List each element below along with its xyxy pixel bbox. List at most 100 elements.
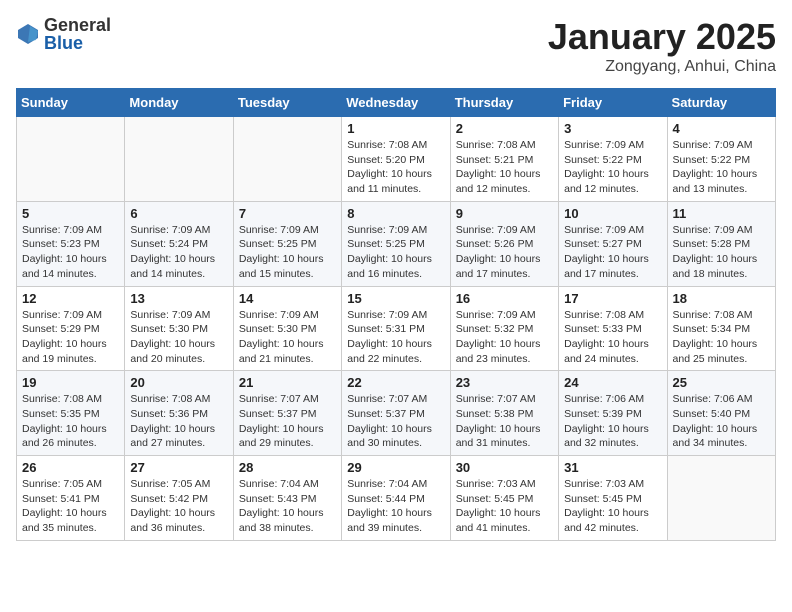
- calendar-cell: 12 Sunrise: 7:09 AMSunset: 5:29 PMDayligh…: [17, 286, 125, 371]
- day-number: 1: [347, 121, 444, 136]
- logo-blue: Blue: [44, 34, 111, 52]
- day-info: Sunrise: 7:09 AMSunset: 5:26 PMDaylight:…: [456, 223, 553, 282]
- day-number: 23: [456, 375, 553, 390]
- weekday-header: Tuesday: [233, 89, 341, 117]
- calendar-cell: 8Sunrise: 7:09 AMSunset: 5:25 PMDaylight…: [342, 201, 450, 286]
- month-title: January 2025: [548, 16, 776, 58]
- calendar-cell: 21 Sunrise: 7:07 AMSunset: 5:37 PMDayligh…: [233, 371, 341, 456]
- calendar-cell: 30 Sunrise: 7:03 AMSunset: 5:45 PMDayligh…: [450, 456, 558, 541]
- day-info: Sunrise: 7:09 AMSunset: 5:32 PMDaylight:…: [456, 308, 553, 367]
- calendar-cell: 26Sunrise: 7:05 AMSunset: 5:41 PMDayligh…: [17, 456, 125, 541]
- day-info: Sunrise: 7:08 AMSunset: 5:33 PMDaylight:…: [564, 308, 661, 367]
- calendar-cell: 24Sunrise: 7:06 AMSunset: 5:39 PMDayligh…: [559, 371, 667, 456]
- weekday-header: Saturday: [667, 89, 775, 117]
- day-info: Sunrise: 7:05 AMSunset: 5:42 PMDaylight:…: [130, 477, 227, 536]
- day-info: Sunrise: 7:09 AMSunset: 5:29 PMDaylight:…: [22, 308, 119, 367]
- calendar-cell: 16 Sunrise: 7:09 AMSunset: 5:32 PMDayligh…: [450, 286, 558, 371]
- calendar-week-row: 12 Sunrise: 7:09 AMSunset: 5:29 PMDayligh…: [17, 286, 776, 371]
- day-number: 29: [347, 460, 444, 475]
- calendar-cell: 14 Sunrise: 7:09 AMSunset: 5:30 PMDayligh…: [233, 286, 341, 371]
- weekday-header: Wednesday: [342, 89, 450, 117]
- location: Zongyang, Anhui, China: [548, 58, 776, 76]
- day-info: Sunrise: 7:07 AMSunset: 5:37 PMDaylight:…: [239, 392, 336, 451]
- day-number: 19: [22, 375, 119, 390]
- day-number: 4: [673, 121, 770, 136]
- title-block: January 2025 Zongyang, Anhui, China: [548, 16, 776, 76]
- day-info: Sunrise: 7:08 AMSunset: 5:21 PMDaylight:…: [456, 138, 553, 197]
- day-number: 14: [239, 291, 336, 306]
- calendar-cell: 23Sunrise: 7:07 AMSunset: 5:38 PMDayligh…: [450, 371, 558, 456]
- day-info: Sunrise: 7:09 AMSunset: 5:22 PMDaylight:…: [673, 138, 770, 197]
- day-number: 10: [564, 206, 661, 221]
- day-number: 2: [456, 121, 553, 136]
- day-info: Sunrise: 7:06 AMSunset: 5:40 PMDaylight:…: [673, 392, 770, 451]
- calendar-cell: 22 Sunrise: 7:07 AMSunset: 5:37 PMDayligh…: [342, 371, 450, 456]
- day-info: Sunrise: 7:08 AMSunset: 5:20 PMDaylight:…: [347, 138, 444, 197]
- calendar-week-row: 1 Sunrise: 7:08 AMSunset: 5:20 PMDaylight…: [17, 117, 776, 202]
- day-number: 21: [239, 375, 336, 390]
- weekday-header-row: SundayMondayTuesdayWednesdayThursdayFrid…: [17, 89, 776, 117]
- calendar-cell: 3 Sunrise: 7:09 AMSunset: 5:22 PMDaylight…: [559, 117, 667, 202]
- day-number: 3: [564, 121, 661, 136]
- calendar-cell: [17, 117, 125, 202]
- day-number: 30: [456, 460, 553, 475]
- day-number: 8: [347, 206, 444, 221]
- calendar-week-row: 26Sunrise: 7:05 AMSunset: 5:41 PMDayligh…: [17, 456, 776, 541]
- day-info: Sunrise: 7:03 AMSunset: 5:45 PMDaylight:…: [564, 477, 661, 536]
- day-info: Sunrise: 7:09 AMSunset: 5:30 PMDaylight:…: [130, 308, 227, 367]
- day-number: 12: [22, 291, 119, 306]
- calendar-cell: 27 Sunrise: 7:05 AMSunset: 5:42 PMDayligh…: [125, 456, 233, 541]
- day-info: Sunrise: 7:09 AMSunset: 5:27 PMDaylight:…: [564, 223, 661, 282]
- day-number: 9: [456, 206, 553, 221]
- calendar-cell: 18Sunrise: 7:08 AMSunset: 5:34 PMDayligh…: [667, 286, 775, 371]
- logo-icon: [16, 22, 40, 46]
- calendar-cell: 28 Sunrise: 7:04 AMSunset: 5:43 PMDayligh…: [233, 456, 341, 541]
- calendar-cell: 9 Sunrise: 7:09 AMSunset: 5:26 PMDaylight…: [450, 201, 558, 286]
- day-info: Sunrise: 7:09 AMSunset: 5:30 PMDaylight:…: [239, 308, 336, 367]
- calendar-cell: 20 Sunrise: 7:08 AMSunset: 5:36 PMDayligh…: [125, 371, 233, 456]
- day-number: 16: [456, 291, 553, 306]
- day-info: Sunrise: 7:04 AMSunset: 5:44 PMDaylight:…: [347, 477, 444, 536]
- day-info: Sunrise: 7:07 AMSunset: 5:37 PMDaylight:…: [347, 392, 444, 451]
- calendar-cell: 4 Sunrise: 7:09 AMSunset: 5:22 PMDaylight…: [667, 117, 775, 202]
- day-number: 28: [239, 460, 336, 475]
- day-info: Sunrise: 7:09 AMSunset: 5:22 PMDaylight:…: [564, 138, 661, 197]
- day-number: 20: [130, 375, 227, 390]
- weekday-header: Monday: [125, 89, 233, 117]
- day-number: 5: [22, 206, 119, 221]
- day-info: Sunrise: 7:09 AMSunset: 5:25 PMDaylight:…: [239, 223, 336, 282]
- day-number: 11: [673, 206, 770, 221]
- day-number: 18: [673, 291, 770, 306]
- calendar-cell: 17 Sunrise: 7:08 AMSunset: 5:33 PMDayligh…: [559, 286, 667, 371]
- calendar: SundayMondayTuesdayWednesdayThursdayFrid…: [16, 88, 776, 541]
- logo-general: General: [44, 16, 111, 34]
- day-info: Sunrise: 7:04 AMSunset: 5:43 PMDaylight:…: [239, 477, 336, 536]
- calendar-cell: 15Sunrise: 7:09 AMSunset: 5:31 PMDayligh…: [342, 286, 450, 371]
- calendar-cell: [233, 117, 341, 202]
- day-number: 27: [130, 460, 227, 475]
- calendar-week-row: 19 Sunrise: 7:08 AMSunset: 5:35 PMDayligh…: [17, 371, 776, 456]
- calendar-cell: 19 Sunrise: 7:08 AMSunset: 5:35 PMDayligh…: [17, 371, 125, 456]
- calendar-cell: 5 Sunrise: 7:09 AMSunset: 5:23 PMDaylight…: [17, 201, 125, 286]
- day-number: 22: [347, 375, 444, 390]
- day-info: Sunrise: 7:08 AMSunset: 5:36 PMDaylight:…: [130, 392, 227, 451]
- calendar-cell: 25Sunrise: 7:06 AMSunset: 5:40 PMDayligh…: [667, 371, 775, 456]
- weekday-header: Sunday: [17, 89, 125, 117]
- day-number: 31: [564, 460, 661, 475]
- calendar-cell: 11 Sunrise: 7:09 AMSunset: 5:28 PMDayligh…: [667, 201, 775, 286]
- calendar-cell: [125, 117, 233, 202]
- day-info: Sunrise: 7:08 AMSunset: 5:35 PMDaylight:…: [22, 392, 119, 451]
- day-info: Sunrise: 7:03 AMSunset: 5:45 PMDaylight:…: [456, 477, 553, 536]
- day-number: 26: [22, 460, 119, 475]
- day-number: 6: [130, 206, 227, 221]
- calendar-cell: [667, 456, 775, 541]
- day-info: Sunrise: 7:09 AMSunset: 5:24 PMDaylight:…: [130, 223, 227, 282]
- day-number: 13: [130, 291, 227, 306]
- day-info: Sunrise: 7:06 AMSunset: 5:39 PMDaylight:…: [564, 392, 661, 451]
- day-number: 17: [564, 291, 661, 306]
- day-info: Sunrise: 7:09 AMSunset: 5:28 PMDaylight:…: [673, 223, 770, 282]
- day-info: Sunrise: 7:09 AMSunset: 5:31 PMDaylight:…: [347, 308, 444, 367]
- calendar-cell: 29 Sunrise: 7:04 AMSunset: 5:44 PMDayligh…: [342, 456, 450, 541]
- page-header: General Blue January 2025 Zongyang, Anhu…: [16, 16, 776, 76]
- day-info: Sunrise: 7:09 AMSunset: 5:23 PMDaylight:…: [22, 223, 119, 282]
